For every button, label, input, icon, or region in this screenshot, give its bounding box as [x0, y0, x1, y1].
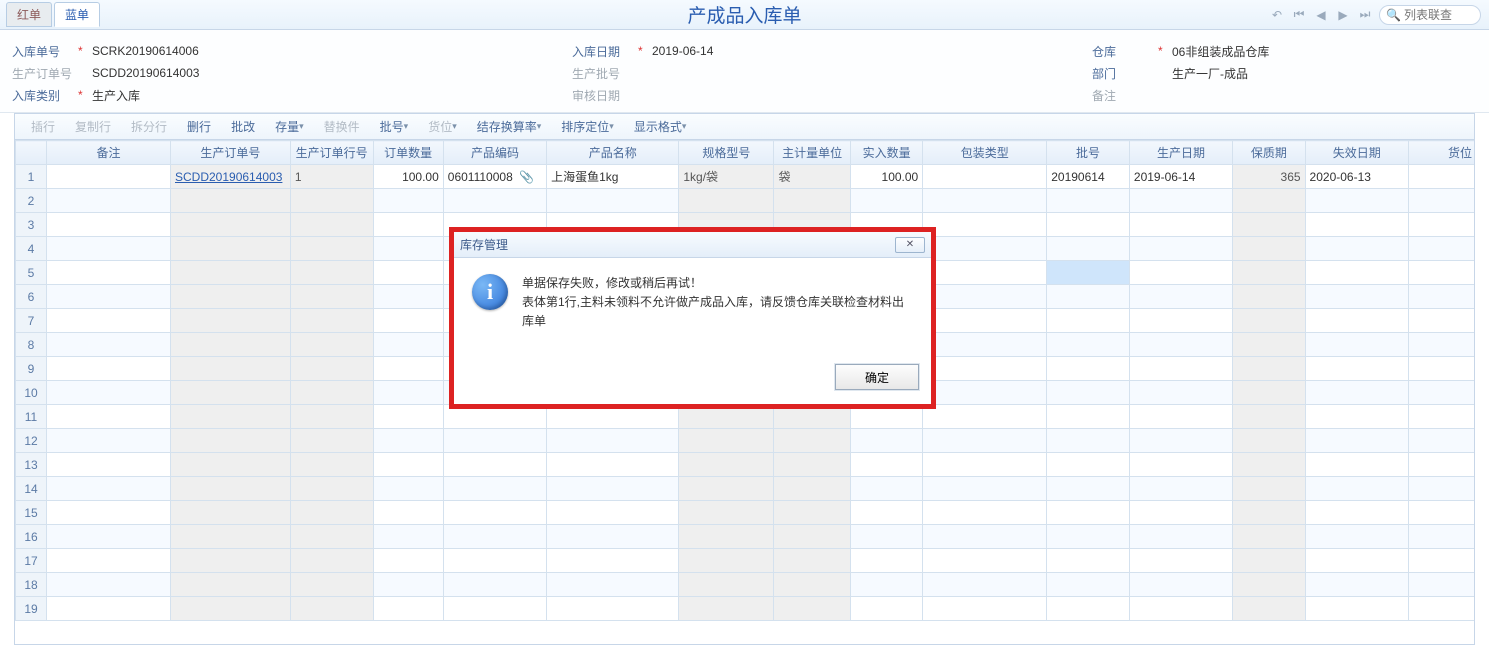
table-row[interactable]: 11: [16, 405, 1476, 429]
tb-lot[interactable]: 批号: [370, 114, 419, 139]
col-loc[interactable]: 货位: [1408, 141, 1475, 165]
col-pack[interactable]: 包装类型: [923, 141, 1047, 165]
value-docdate[interactable]: 2019-06-14: [652, 44, 713, 58]
label-remark: 备注: [1092, 87, 1152, 104]
table-row[interactable]: 14: [16, 477, 1476, 501]
modal-title: 库存管理: [460, 236, 508, 253]
table-row[interactable]: 1SCDD201906140031100.000601110008 📎上海蛋鱼1…: [16, 165, 1476, 189]
table-row[interactable]: 18: [16, 573, 1476, 597]
modal-message: 单据保存失败，修改或稍后再试！ 表体第1行,主料未领料不允许做产成品入库，请反馈…: [522, 274, 913, 348]
tab-blue[interactable]: 蓝单: [54, 2, 100, 27]
table-row[interactable]: 19: [16, 597, 1476, 621]
tab-red[interactable]: 红单: [6, 2, 52, 27]
col-order[interactable]: 生产订单号: [171, 141, 291, 165]
col-orderline[interactable]: 生产订单行号: [290, 141, 373, 165]
form-area: 入库单号*SCRK20190614006 入库日期*2019-06-14 仓库*…: [0, 30, 1489, 113]
table-row[interactable]: 2: [16, 189, 1476, 213]
label-warehouse: 仓库: [1092, 43, 1152, 60]
modal-dialog: 库存管理 ✕ i 单据保存失败，修改或稍后再试！ 表体第1行,主料未领料不允许做…: [450, 228, 935, 408]
col-pdate[interactable]: 生产日期: [1129, 141, 1232, 165]
value-doctype[interactable]: 生产入库: [92, 87, 140, 104]
tb-copy: 复制行: [65, 114, 121, 139]
col-code[interactable]: 产品编码: [443, 141, 546, 165]
modal-line1: 单据保存失败，修改或稍后再试！: [522, 274, 913, 293]
tb-sort[interactable]: 排序定位: [551, 114, 624, 139]
label-auditdate: 审核日期: [572, 87, 632, 104]
tb-disp[interactable]: 显示格式: [624, 114, 697, 139]
search-input[interactable]: [1404, 8, 1474, 22]
order-link[interactable]: SCDD20190614003: [175, 170, 282, 184]
label-batch: 生产批号: [572, 65, 632, 82]
col-spec[interactable]: 规格型号: [679, 141, 774, 165]
table-row[interactable]: 12: [16, 429, 1476, 453]
tb-replace: 替换件: [314, 114, 370, 139]
value-docno[interactable]: SCRK20190614006: [92, 44, 199, 58]
tb-stock[interactable]: 存量: [265, 114, 314, 139]
label-docno: 入库单号: [12, 43, 72, 60]
info-icon: i: [472, 274, 508, 310]
label-docdate: 入库日期: [572, 43, 632, 60]
attachment-icon[interactable]: 📎: [519, 170, 534, 184]
grid-header: 备注 生产订单号 生产订单行号 订单数量 产品编码 产品名称 规格型号 主计量单…: [16, 141, 1476, 165]
grid-toolbar: 插行 复制行 拆分行 删行 批改 存量 替换件 批号 货位 结存换算率 排序定位…: [14, 113, 1475, 139]
col-name[interactable]: 产品名称: [547, 141, 679, 165]
first-icon[interactable]: ⏮: [1291, 7, 1307, 23]
next-icon[interactable]: ▶: [1335, 7, 1351, 23]
search-box[interactable]: 🔍: [1379, 5, 1481, 25]
tb-insert: 插行: [21, 114, 65, 139]
search-icon: 🔍: [1386, 8, 1401, 22]
label-dept: 部门: [1092, 65, 1152, 82]
value-dept[interactable]: 生产一厂-成品: [1172, 65, 1248, 82]
tb-del[interactable]: 删行: [177, 114, 221, 139]
table-row[interactable]: 16: [16, 525, 1476, 549]
modal-line2: 表体第1行,主料未领料不允许做产成品入库，请反馈仓库关联检查材料出库单: [522, 293, 913, 331]
prev-icon[interactable]: ◀: [1313, 7, 1329, 23]
last-icon[interactable]: ⏭: [1357, 7, 1373, 23]
label-doctype: 入库类别: [12, 87, 72, 104]
col-actual[interactable]: 实入数量: [850, 141, 922, 165]
value-warehouse[interactable]: 06非组装成品仓库: [1172, 43, 1269, 60]
tb-conv[interactable]: 结存换算率: [467, 114, 552, 139]
col-exp[interactable]: 失效日期: [1305, 141, 1408, 165]
col-remark[interactable]: 备注: [47, 141, 171, 165]
col-uom[interactable]: 主计量单位: [774, 141, 850, 165]
value-orderno[interactable]: SCDD20190614003: [92, 66, 199, 80]
table-row[interactable]: 15: [16, 501, 1476, 525]
label-orderno: 生产订单号: [12, 65, 72, 82]
tb-batch[interactable]: 批改: [221, 114, 265, 139]
page-title: 产成品入库单: [687, 1, 801, 28]
col-ordqty[interactable]: 订单数量: [373, 141, 443, 165]
modal-ok-button[interactable]: 确定: [835, 364, 919, 390]
table-row[interactable]: 17: [16, 549, 1476, 573]
tb-loc: 货位: [418, 114, 467, 139]
col-shelf[interactable]: 保质期: [1233, 141, 1305, 165]
table-row[interactable]: 13: [16, 453, 1476, 477]
modal-close-button[interactable]: ✕: [895, 237, 925, 253]
undo-icon[interactable]: ↶: [1269, 7, 1285, 23]
tb-split: 拆分行: [121, 114, 177, 139]
col-batch[interactable]: 批号: [1047, 141, 1130, 165]
